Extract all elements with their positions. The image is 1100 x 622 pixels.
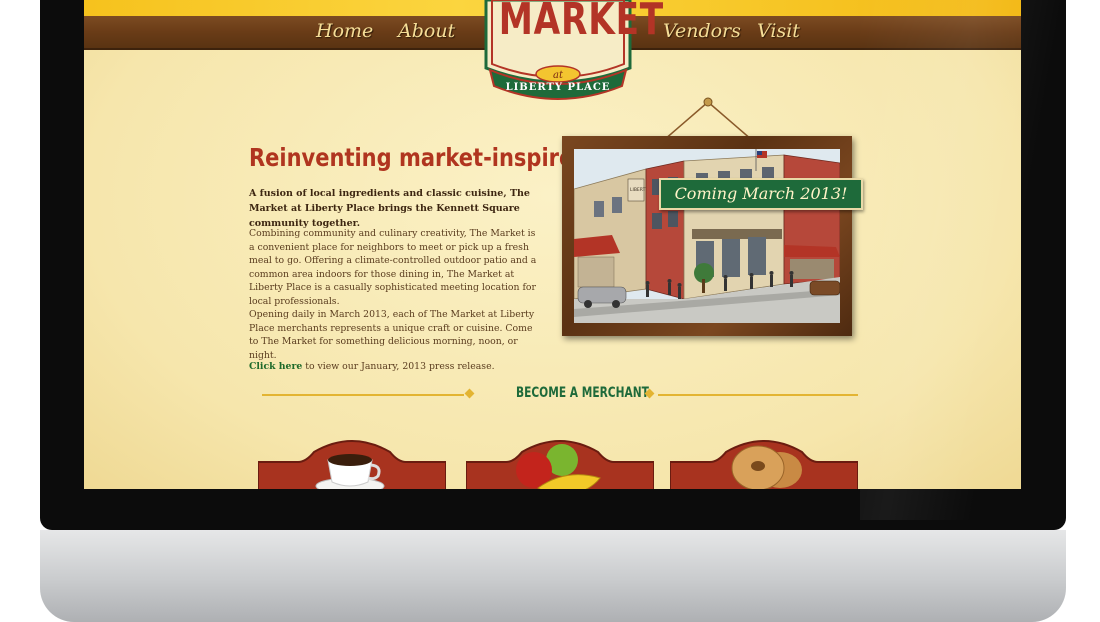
building-rendering-frame: LIBERTY PLACE (562, 136, 852, 336)
nav-link-about[interactable]: About (398, 20, 455, 42)
press-release-link[interactable]: Click here (249, 361, 302, 372)
nav-link-home[interactable]: Home (316, 20, 373, 42)
nav-link-vendors[interactable]: Vendors (663, 20, 741, 42)
page-headline: Reinventing market-inspired traditions (249, 143, 712, 172)
merchant-card-bakery[interactable] (670, 438, 858, 489)
monitor-chin (40, 530, 1066, 622)
divider-line-right (658, 394, 858, 396)
intro-paragraph-1: Combining community and culinary creativ… (249, 228, 537, 307)
intro-lede: A fusion of local ingredients and classi… (249, 188, 530, 229)
become-merchant-heading: BECOME A MERCHANT (516, 385, 649, 401)
logo-wordmark: MARKET (498, 0, 664, 45)
divider-diamond-left (464, 388, 475, 399)
building-rendering-image: LIBERTY PLACE (574, 149, 840, 323)
market-logo[interactable]: MARKET at LIBERTY PLACE (482, 0, 664, 106)
logo-subtitle: LIBERTY PLACE (505, 82, 611, 93)
coming-soon-banner: Coming March 2013! (659, 178, 863, 210)
merchant-card-produce[interactable] (466, 438, 654, 489)
intro-paragraph-2: Opening daily in March 2013, each of The… (249, 309, 535, 361)
website-screen: Home About Vendors Visit MARKET at LIBER… (84, 0, 1021, 489)
press-release-text: to view our January, 2013 press release. (302, 361, 495, 372)
nav-link-visit[interactable]: Visit (757, 20, 800, 42)
press-release-line: Click here to view our January, 2013 pre… (249, 361, 495, 372)
merchant-card-coffee[interactable] (258, 438, 446, 489)
divider-line-left (262, 394, 464, 396)
logo-at: at (553, 70, 563, 81)
